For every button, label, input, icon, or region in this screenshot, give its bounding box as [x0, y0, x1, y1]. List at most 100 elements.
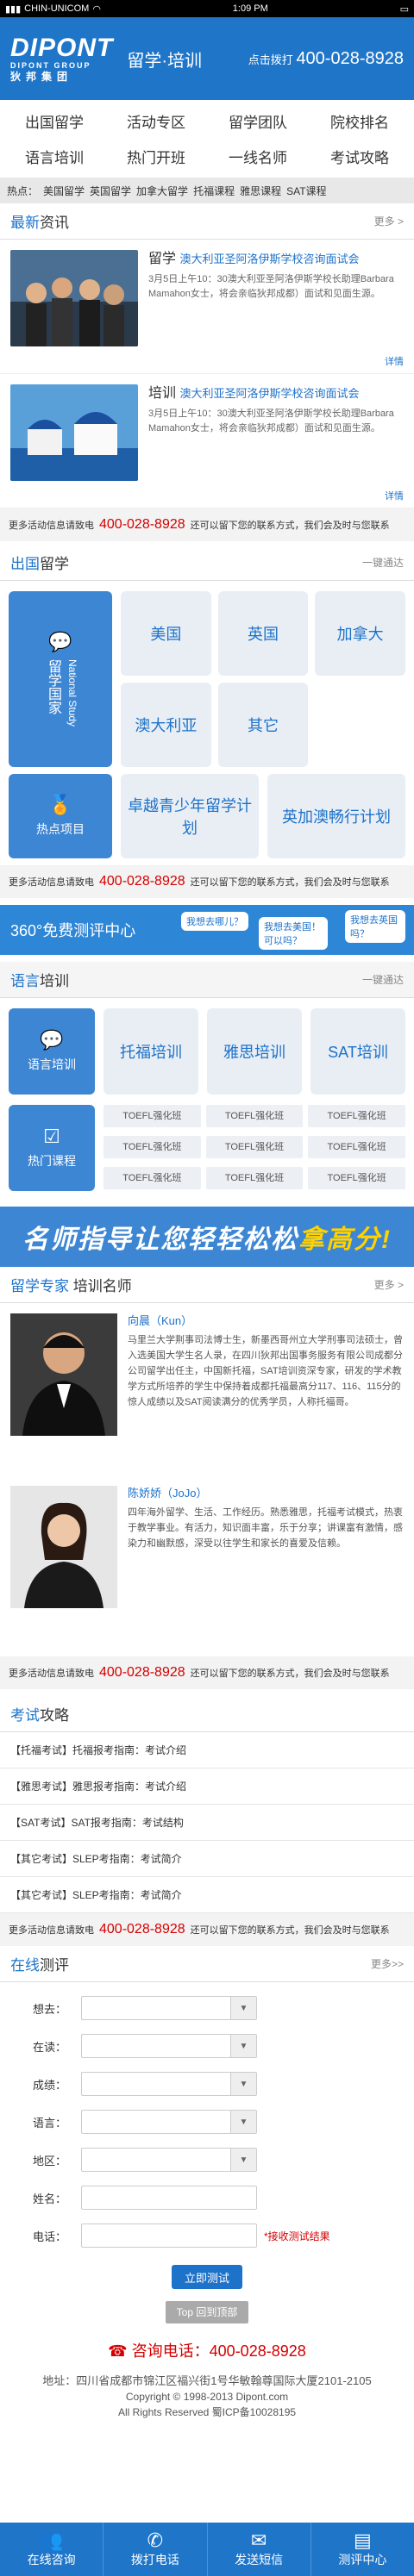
language-select[interactable]: ▼	[81, 2110, 257, 2134]
news-item[interactable]: 培训 澳大利亚圣阿洛伊斯学校咨询面试会 3月5日上午10：30澳大利亚圣阿洛伊斯…	[0, 374, 414, 508]
form-row: 姓名：	[0, 2179, 414, 2217]
chat-icon: 💬	[48, 630, 72, 652]
class-link[interactable]: TOEFL强化班	[104, 1136, 201, 1158]
class-link[interactable]: TOEFL强化班	[308, 1136, 405, 1158]
nav-item[interactable]: 考试攻略	[309, 142, 411, 171]
country-tile[interactable]: 英国	[217, 591, 309, 676]
call-phone-link[interactable]: 400-028-8928	[99, 874, 185, 889]
class-link[interactable]: TOEFL强化班	[308, 1167, 405, 1189]
name-field[interactable]	[81, 2186, 257, 2210]
news-item[interactable]: 留学 澳大利亚圣阿洛伊斯学校咨询面试会 3月5日上午10：30澳大利亚圣阿洛伊斯…	[0, 240, 414, 374]
exam-link[interactable]: 【其它考试】SLEP考指南：考试简介	[0, 1841, 414, 1877]
chevron-down-icon: ▼	[230, 2111, 256, 2133]
checkbox-icon: ☑	[43, 1126, 60, 1147]
bottom-nav-chat[interactable]: 👥 在线咨询	[0, 2523, 104, 2576]
logo[interactable]: DIPONT DIPONT GROUP 狄邦集团	[10, 34, 113, 83]
hot-courses: ☑ 热门课程 TOEFL强化班 TOEFL强化班 TOEFL强化班 TOEFL强…	[0, 1105, 414, 1200]
clock: 1:09 PM	[232, 3, 268, 14]
call-strip: 更多活动信息请致电 400-028-8928 还可以留下您的联系方式，我们会及时…	[0, 865, 414, 898]
nav-item[interactable]: 热门开班	[105, 142, 207, 171]
call-phone-link[interactable]: 400-028-8928	[99, 1922, 185, 1937]
exam-header: 考试 攻略	[0, 1696, 414, 1732]
footer-info: 地址：四川省成都市锦江区福兴街1号华敏翰尊国际大厦2101-2105 Copyr…	[42, 2374, 372, 2418]
teachers-more-link[interactable]: 更多 >	[374, 1277, 404, 1292]
news-image	[10, 384, 138, 481]
phone-icon: ✆	[147, 2529, 164, 2551]
hot-bar: 热点： 美国留学 英国留学 加拿大留学 托福课程 雅思课程 SAT课程	[0, 178, 414, 203]
battery-icon: ▭	[399, 3, 409, 15]
hot-link[interactable]: SAT课程	[286, 184, 326, 198]
course-tile[interactable]: 托福培训	[104, 1008, 198, 1095]
grade-select[interactable]: ▼	[81, 2072, 257, 2096]
nav-item[interactable]: 活动专区	[105, 107, 207, 135]
course-tile[interactable]: 雅思培训	[207, 1008, 302, 1095]
chevron-down-icon: ▼	[230, 1997, 256, 2019]
country-tile[interactable]: 澳大利亚	[121, 683, 211, 767]
hot-link[interactable]: 美国留学	[43, 184, 85, 198]
test-more-link[interactable]: 更多>>	[371, 1956, 404, 1971]
hot-course-tile[interactable]: ☑ 热门课程	[9, 1105, 95, 1191]
country-tile[interactable]: 其它	[217, 683, 309, 767]
project-tile[interactable]: 卓越青少年留学计划	[121, 774, 259, 858]
study-header: 出国 留学 一键通达	[0, 545, 414, 581]
exam-link[interactable]: 【SAT考试】SAT报考指南：考试结构	[0, 1805, 414, 1841]
class-link[interactable]: TOEFL强化班	[205, 1136, 304, 1158]
class-grid: TOEFL强化班 TOEFL强化班 TOEFL强化班 TOEFL强化班 TOEF…	[104, 1105, 405, 1193]
class-link[interactable]: TOEFL强化班	[205, 1167, 304, 1189]
exam-list: 【托福考试】托福报考指南：考试介绍 【雅思考试】雅思报考指南：考试介绍 【SAT…	[0, 1732, 414, 1913]
bottom-nav-sms[interactable]: ✉ 发送短信	[208, 2523, 311, 2576]
teachers-header: 留学专家 培训名师 更多 >	[0, 1267, 414, 1303]
phone-field[interactable]	[81, 2224, 257, 2248]
call-strip: 更多活动信息请致电 400-028-8928 还可以留下您的联系方式，我们会及时…	[0, 1913, 414, 1946]
nav-item[interactable]: 出国留学	[3, 107, 105, 135]
hot-project-tile[interactable]: 🏅 热点项目	[9, 774, 112, 858]
evaluation-banner[interactable]: 360°免费测评中心 我想去哪儿？ 我想去美国！可以吗？ 我想去英国吗？	[0, 905, 414, 955]
teacher-card[interactable]: 陈娇娇（JoJo） 四年海外留学、生活、工作经历。熟悉雅思，托福考试模式，热衷于…	[0, 1475, 414, 1656]
hot-link[interactable]: 加拿大留学	[136, 184, 188, 198]
news-image	[10, 250, 138, 346]
class-link[interactable]: TOEFL强化班	[308, 1105, 405, 1127]
exam-link[interactable]: 【雅思考试】雅思报考指南：考试介绍	[0, 1768, 414, 1805]
school-select[interactable]: ▼	[81, 2034, 257, 2058]
submit-test-button[interactable]: 立即测试	[172, 2265, 242, 2289]
course-tile[interactable]: SAT培训	[310, 1008, 405, 1095]
site-header: DIPONT DIPONT GROUP 狄邦集团 留学·培训 点击拨打 400-…	[0, 17, 414, 100]
exam-link[interactable]: 【托福考试】托福报考指南：考试介绍	[0, 1732, 414, 1768]
country-tile[interactable]: 美国	[121, 591, 211, 676]
teacher-card[interactable]: 向晨（Kun） 马里兰大学荆事司法博士生，新墨西哥州立大学刑事司法硕士，曾入选美…	[0, 1303, 414, 1475]
form-row: 语言： ▼	[0, 2103, 414, 2141]
slogan-banner: 名师指导让您轻轻松松 拿高分!	[0, 1207, 414, 1267]
test-header: 在线 测评 更多>>	[0, 1946, 414, 1982]
destination-select[interactable]: ▼	[81, 1996, 257, 2020]
project-tile[interactable]: 英加澳畅行计划	[267, 774, 405, 858]
region-select[interactable]: ▼	[81, 2148, 257, 2172]
message-icon: ✉	[250, 2529, 267, 2551]
back-to-top-button[interactable]: Top 回到顶部	[166, 2301, 248, 2323]
status-bar: ▮▮▮ CHIN-UNICOM ◠ 1:09 PM ▭	[0, 0, 414, 17]
nav-item[interactable]: 留学团队	[207, 107, 309, 135]
call-phone-link[interactable]: 400-028-8928	[99, 517, 185, 533]
nav-item[interactable]: 一线名师	[207, 142, 309, 171]
call-phone-link[interactable]: 400-028-8928	[99, 1665, 185, 1681]
lang-tile[interactable]: 💬 语言培训	[9, 1008, 95, 1095]
form-row: 成绩： ▼	[0, 2065, 414, 2103]
country-tile[interactable]: 加拿大	[315, 591, 405, 676]
footer-phone[interactable]: ☎ 咨询电话：400-028-8928	[0, 2334, 414, 2373]
nav-item[interactable]: 院校排名	[309, 107, 411, 135]
class-link[interactable]: TOEFL强化班	[205, 1105, 304, 1127]
teacher-photo	[10, 1313, 117, 1436]
hot-link[interactable]: 英国留学	[90, 184, 131, 198]
nav-item[interactable]: 语言培训	[3, 142, 105, 171]
news-more-link[interactable]: 更多 >	[374, 214, 404, 228]
detail-link[interactable]: 详情	[385, 355, 404, 370]
hot-link[interactable]: 托福课程	[193, 184, 235, 198]
study-country-tile[interactable]: 💬 留学国家 National Study	[9, 591, 112, 767]
bottom-nav-test[interactable]: ▤ 测评中心	[311, 2523, 414, 2576]
detail-link[interactable]: 详情	[385, 490, 404, 504]
hotline-link[interactable]: 点击拨打 400-028-8928	[248, 49, 404, 69]
bottom-nav-call[interactable]: ✆ 拨打电话	[104, 2523, 208, 2576]
hot-link[interactable]: 雅思课程	[240, 184, 281, 198]
class-link[interactable]: TOEFL强化班	[104, 1167, 201, 1189]
exam-link[interactable]: 【其它考试】SLEP考指南：考试简介	[0, 1877, 414, 1913]
class-link[interactable]: TOEFL强化班	[104, 1105, 201, 1127]
